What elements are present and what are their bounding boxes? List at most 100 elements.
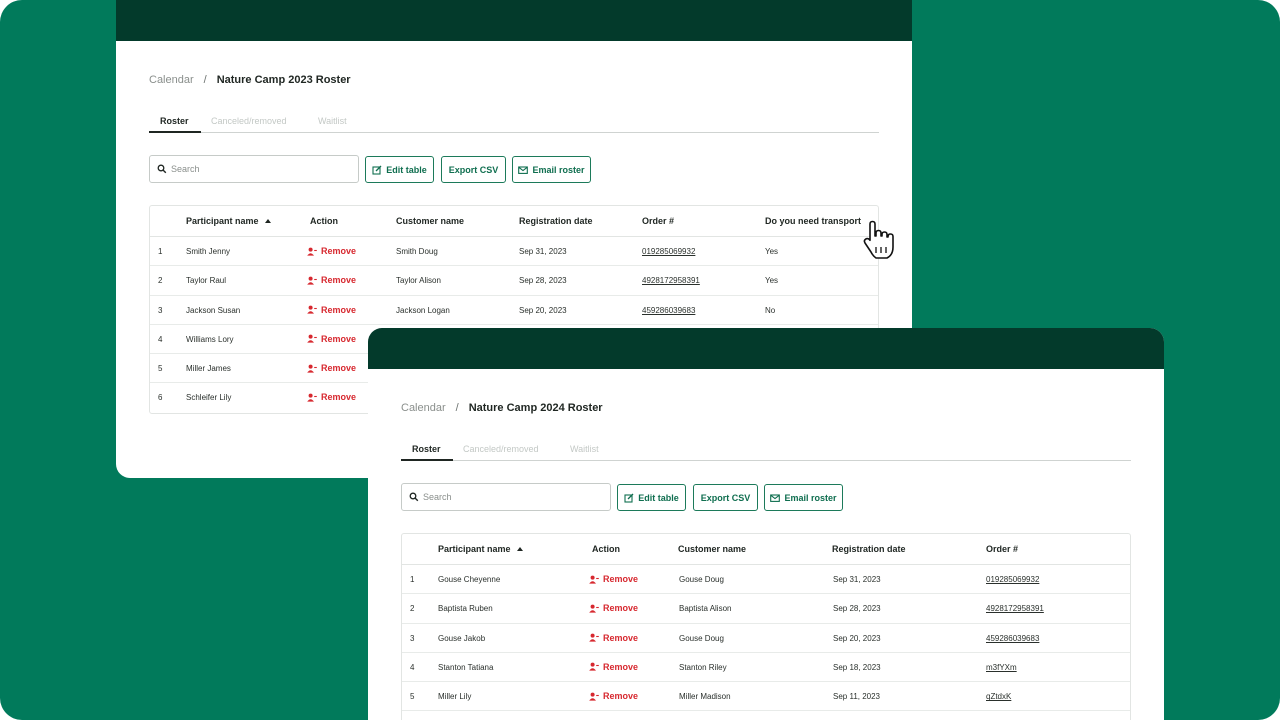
remove-button[interactable]: Remove: [307, 334, 356, 344]
breadcrumb-calendar-link[interactable]: Calendar: [149, 74, 194, 86]
roster-window-2024: Calendar / Nature Camp 2024 Roster Roste…: [368, 328, 1164, 720]
column-registration-date[interactable]: Registration date: [832, 544, 906, 554]
search-icon: [409, 492, 419, 502]
remove-label: Remove: [603, 661, 639, 672]
breadcrumb-separator: /: [203, 74, 207, 86]
mail-icon: [770, 493, 781, 502]
table-header: Participant name Action Customer name Re…: [150, 206, 878, 237]
remove-label: Remove: [321, 275, 357, 286]
remove-user-icon: [307, 364, 317, 373]
remove-button[interactable]: Remove: [307, 363, 356, 373]
roster-tabs: Roster Canceled/removed Waitlist: [401, 440, 1131, 461]
order-number-link[interactable]: qZtdxK: [986, 692, 1011, 701]
order-number-link[interactable]: m3fYXm: [986, 663, 1017, 672]
registration-date: Sep 31, 2023: [519, 247, 567, 256]
edit-table-button[interactable]: Edit table: [365, 156, 434, 183]
email-roster-label: Email roster: [532, 164, 585, 175]
tab-canceled-removed[interactable]: Canceled/removed: [463, 444, 539, 454]
column-action: Action: [310, 216, 338, 226]
export-csv-label: Export CSV: [448, 164, 499, 175]
order-number-link[interactable]: 4928172958391: [986, 604, 1044, 613]
app-header-bar: [368, 328, 1164, 369]
remove-button[interactable]: Remove: [589, 662, 638, 672]
column-transport[interactable]: Do you need transport: [765, 216, 861, 226]
remove-button[interactable]: Remove: [307, 305, 356, 315]
tab-canceled-removed[interactable]: Canceled/removed: [211, 116, 287, 126]
remove-button[interactable]: Remove: [307, 246, 356, 256]
column-customer-name[interactable]: Customer name: [396, 216, 464, 226]
table-row: [402, 711, 1130, 720]
column-order-number[interactable]: Order #: [986, 544, 1018, 554]
breadcrumb-calendar-link[interactable]: Calendar: [401, 402, 446, 414]
email-roster-button[interactable]: Email roster: [764, 484, 843, 511]
remove-button[interactable]: Remove: [589, 691, 638, 701]
row-number: 3: [158, 305, 163, 315]
table-row: 3 Gouse Jakob Remove Gouse Doug Sep 20, …: [402, 624, 1130, 653]
mail-icon: [518, 165, 529, 174]
remove-user-icon: [589, 662, 599, 671]
tab-waitlist[interactable]: Waitlist: [570, 444, 599, 454]
row-number: 4: [158, 334, 163, 344]
row-number: 4: [410, 662, 415, 672]
breadcrumb: Calendar / Nature Camp 2023 Roster: [149, 74, 351, 86]
order-number-link[interactable]: 459286039683: [986, 634, 1039, 643]
edit-table-label: Edit table: [638, 492, 679, 503]
remove-user-icon: [307, 393, 317, 402]
background: Calendar / Nature Camp 2023 Roster Roste…: [0, 0, 1280, 720]
column-customer-name[interactable]: Customer name: [678, 544, 746, 554]
sort-ascending-icon: [516, 547, 523, 551]
active-tab-indicator: [149, 131, 201, 133]
participant-name: Schleifer Lily: [186, 393, 232, 403]
search-icon: [157, 164, 167, 174]
remove-user-icon: [307, 247, 317, 256]
remove-button[interactable]: Remove: [307, 392, 356, 402]
order-number-link[interactable]: 459286039683: [642, 306, 695, 315]
remove-button[interactable]: Remove: [589, 603, 638, 613]
tab-waitlist[interactable]: Waitlist: [318, 116, 347, 126]
participant-name: Gouse Jakob: [438, 633, 486, 643]
remove-label: Remove: [321, 363, 357, 374]
search-input[interactable]: Search: [401, 483, 611, 511]
registration-date: Sep 28, 2023: [519, 276, 567, 286]
row-number: 5: [410, 692, 415, 702]
column-order-number[interactable]: Order #: [642, 216, 674, 226]
tab-roster[interactable]: Roster: [412, 444, 441, 454]
remove-user-icon: [307, 305, 317, 314]
row-number: 1: [158, 247, 163, 256]
table-row: 4 Stanton Tatiana Remove Stanton Riley S…: [402, 653, 1130, 683]
participant-name: Williams Lory: [186, 334, 234, 344]
table-header: Participant name Action Customer name Re…: [402, 534, 1130, 565]
export-csv-button[interactable]: Export CSV: [441, 156, 506, 183]
column-registration-date[interactable]: Registration date: [519, 216, 593, 226]
column-participant-name[interactable]: Participant name: [438, 544, 523, 554]
remove-button[interactable]: Remove: [589, 633, 638, 643]
remove-user-icon: [589, 633, 599, 642]
table-row: 1 Gouse Cheyenne Remove Gouse Doug Sep 3…: [402, 565, 1130, 595]
remove-label: Remove: [603, 603, 639, 614]
remove-button[interactable]: Remove: [307, 275, 356, 285]
order-number-link[interactable]: 019285069932: [642, 247, 695, 256]
export-csv-button[interactable]: Export CSV: [693, 484, 758, 511]
table-row: 5 Miller Lily Remove Miller Madison Sep …: [402, 682, 1130, 712]
page-title: Nature Camp 2023 Roster: [216, 74, 351, 86]
column-participant-name[interactable]: Participant name: [186, 216, 271, 226]
edit-table-label: Edit table: [386, 164, 427, 175]
customer-name: Gouse Doug: [679, 633, 724, 643]
order-number-link[interactable]: 4928172958391: [642, 276, 700, 285]
tab-roster[interactable]: Roster: [160, 116, 189, 126]
remove-button[interactable]: Remove: [589, 574, 638, 584]
order-number-link[interactable]: 019285069932: [986, 575, 1039, 584]
row-number: 6: [158, 393, 163, 403]
search-input[interactable]: Search: [149, 155, 359, 183]
roster-table: Participant name Action Customer name Re…: [401, 533, 1131, 720]
registration-date: Sep 28, 2023: [833, 604, 881, 614]
transport-answer: Yes: [765, 276, 779, 286]
active-tab-indicator: [401, 459, 453, 461]
participant-name: Stanton Tatiana: [438, 662, 494, 672]
remove-label: Remove: [321, 246, 357, 256]
participant-name: Baptista Ruben: [438, 604, 493, 614]
table-row: 3 Jackson Susan Remove Jackson Logan Sep…: [150, 296, 878, 325]
edit-table-button[interactable]: Edit table: [617, 484, 686, 511]
remove-label: Remove: [603, 632, 639, 643]
email-roster-button[interactable]: Email roster: [512, 156, 591, 183]
